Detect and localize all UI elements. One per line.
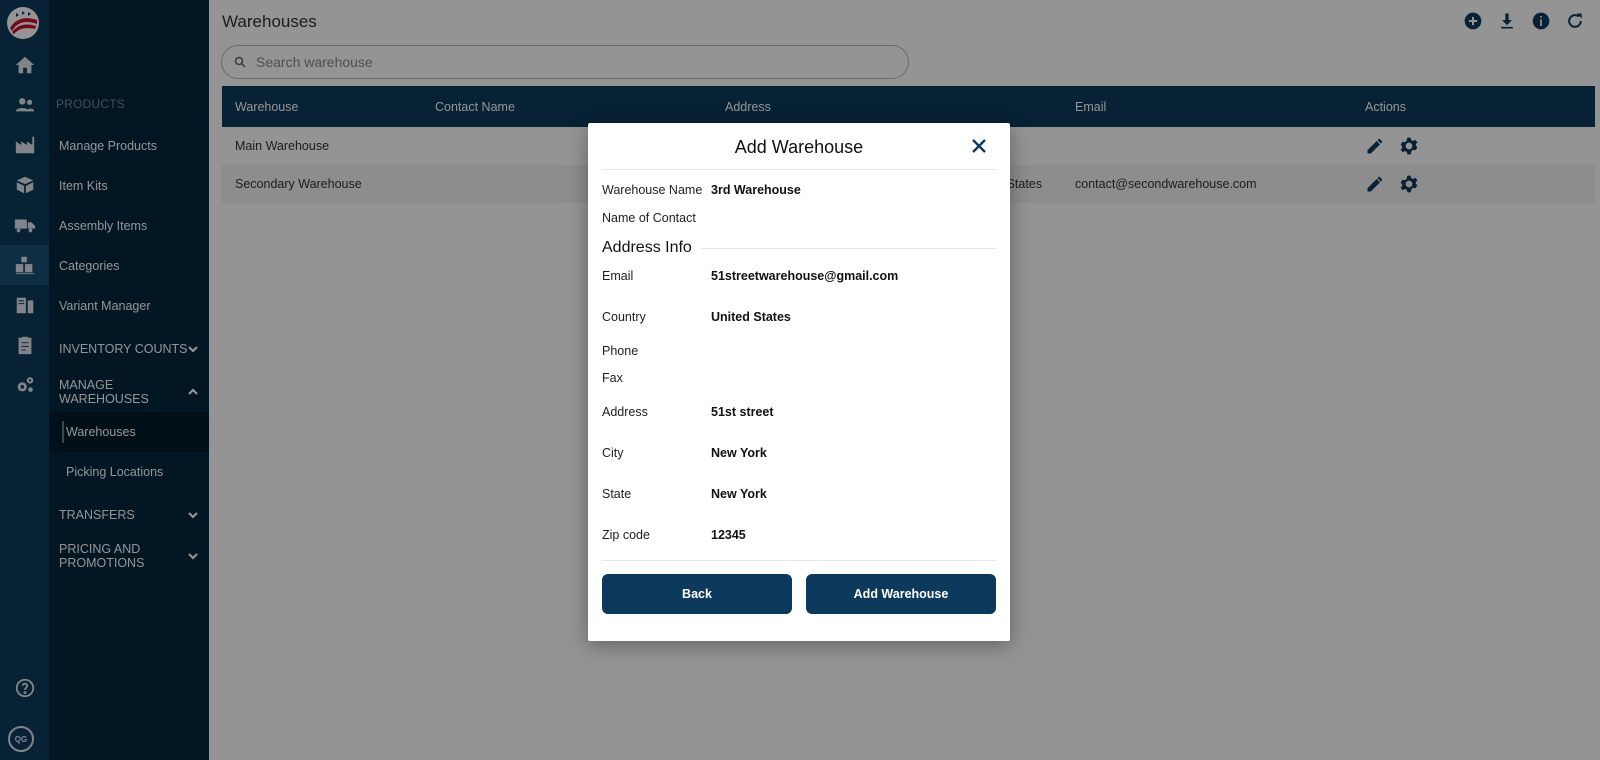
field-value[interactable]: 51streetwarehouse@gmail.com: [711, 269, 898, 283]
divider: [701, 248, 996, 249]
field-value[interactable]: 12345: [711, 528, 746, 542]
field-value[interactable]: 51st street: [711, 405, 774, 419]
field-label: Phone: [602, 344, 639, 358]
field-label: Warehouse Name: [602, 183, 703, 197]
field-value[interactable]: United States: [711, 310, 791, 324]
divider: [602, 169, 996, 170]
add-warehouse-dialog: Add Warehouse Warehouse Name 3rd Warehou…: [588, 123, 1010, 641]
field-label: City: [602, 446, 624, 460]
section-title: Address Info: [602, 239, 692, 256]
dialog-title: Add Warehouse: [734, 137, 864, 157]
field-label: Name of Contact: [602, 211, 696, 225]
field-label: Fax: [602, 371, 623, 385]
field-value[interactable]: 3rd Warehouse: [711, 183, 801, 197]
close-icon[interactable]: [970, 137, 990, 157]
field-label: Country: [602, 310, 646, 324]
field-label: State: [602, 487, 632, 501]
field-label: Zip code: [602, 528, 650, 542]
divider: [602, 560, 996, 561]
field-label: Address: [602, 405, 648, 419]
field-label: Email: [602, 269, 634, 283]
back-button[interactable]: Back: [602, 574, 792, 614]
field-value[interactable]: New York: [711, 487, 767, 501]
field-value[interactable]: New York: [711, 446, 767, 460]
add-warehouse-button[interactable]: Add Warehouse: [806, 574, 996, 614]
